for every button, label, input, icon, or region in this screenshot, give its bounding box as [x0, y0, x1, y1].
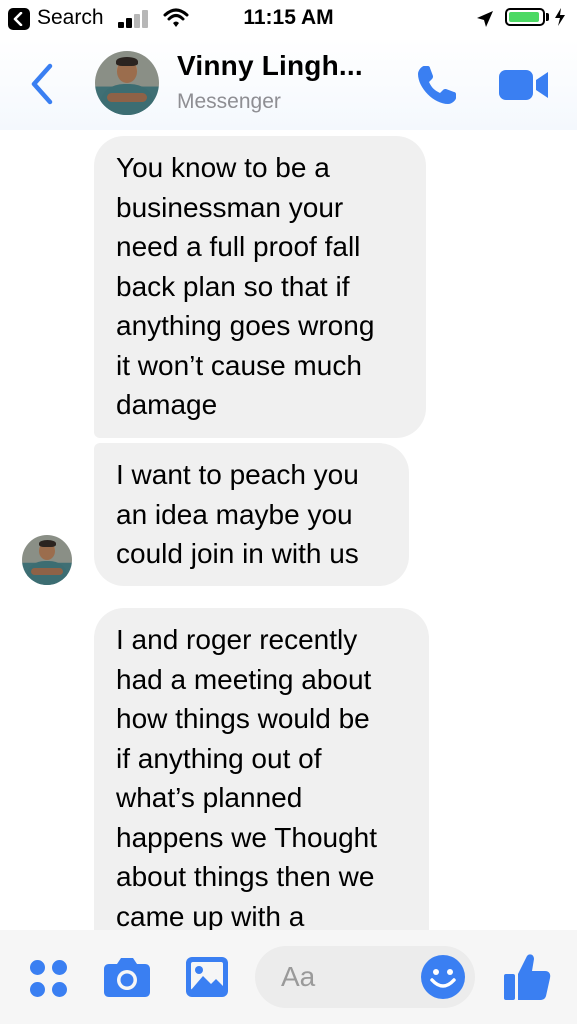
like-button[interactable]: [503, 952, 551, 1002]
back-chevron-icon: [31, 63, 53, 105]
battery-tip: [546, 13, 549, 21]
message-bubble[interactable]: You know to be a businessman your need a…: [94, 136, 426, 438]
emoji-icon: [421, 955, 465, 999]
charging-bolt-icon: [555, 8, 565, 26]
voice-call-button[interactable]: [414, 62, 460, 108]
messenger-conversation-screen: Search 11:15 AM Vinny Lingh... Messenger…: [0, 0, 577, 1024]
message-composer: Aa: [0, 930, 577, 1024]
location-arrow-icon: [477, 11, 493, 27]
contact-avatar[interactable]: [95, 51, 159, 115]
video-call-button[interactable]: [498, 68, 550, 102]
contact-subtitle: Messenger: [177, 90, 281, 113]
battery-level-fill: [509, 12, 539, 22]
camera-button[interactable]: [103, 956, 151, 998]
battery-icon: [505, 8, 545, 26]
status-bar: Search 11:15 AM: [0, 0, 577, 40]
phone-icon: [418, 66, 456, 104]
photo-gallery-button[interactable]: [185, 956, 229, 998]
conversation-header: Vinny Lingh... Messenger: [0, 40, 577, 130]
image-icon: [186, 957, 228, 997]
camera-icon: [104, 958, 150, 997]
message-input-placeholder: Aa: [281, 961, 316, 992]
message-bubble[interactable]: I want to peach you an idea maybe you co…: [94, 443, 409, 586]
thumbs-up-icon: [504, 954, 551, 1000]
message-thread[interactable]: You know to be a businessman your need a…: [0, 130, 577, 930]
video-camera-icon: [499, 70, 548, 100]
apps-button[interactable]: [28, 958, 70, 1000]
contact-name[interactable]: Vinny Lingh...: [177, 50, 363, 82]
back-button[interactable]: [22, 58, 62, 110]
sender-avatar[interactable]: [22, 535, 72, 585]
message-bubble[interactable]: I and roger recently had a meeting about…: [94, 608, 429, 930]
emoji-button[interactable]: [420, 954, 466, 1000]
